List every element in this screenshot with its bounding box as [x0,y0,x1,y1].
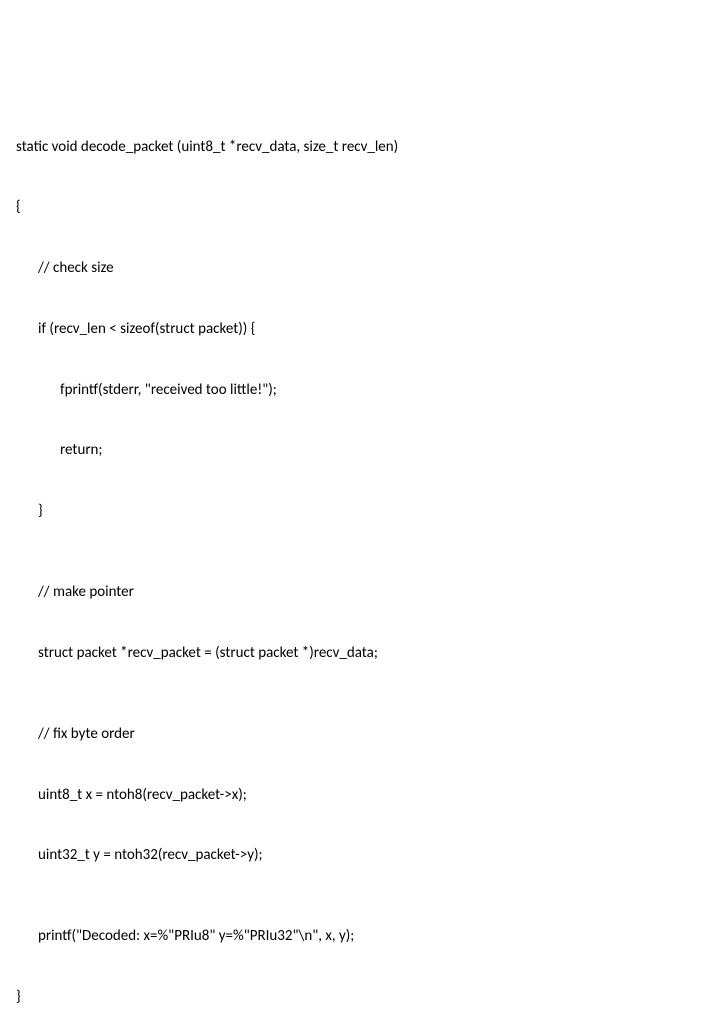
code-line: uint8_t x = ntoh8(recv_packet->x); [16,785,704,805]
code-line: } [16,987,704,1007]
code-line: uint32_t y = ntoh32(recv_packet->y); [16,845,704,865]
code-line: struct packet *recv_packet = (struct pac… [16,643,704,663]
code-line: // make pointer [16,582,704,602]
code-line: { [16,197,704,217]
code-line: // fix byte order [16,724,704,744]
code-snippet: static void decode_packet (uint8_t *recv… [16,96,704,1028]
code-line: // check size [16,258,704,278]
code-line: return; [16,440,704,460]
code-line: printf("Decoded: x=%"PRIu8" y=%"PRIu32"\… [16,926,704,946]
code-line: static void decode_packet (uint8_t *recv… [16,137,704,157]
code-line: fprintf(stderr, "received too little!"); [16,380,704,400]
code-line: } [16,501,704,521]
code-line: if (recv_len < sizeof(struct packet)) { [16,319,704,339]
